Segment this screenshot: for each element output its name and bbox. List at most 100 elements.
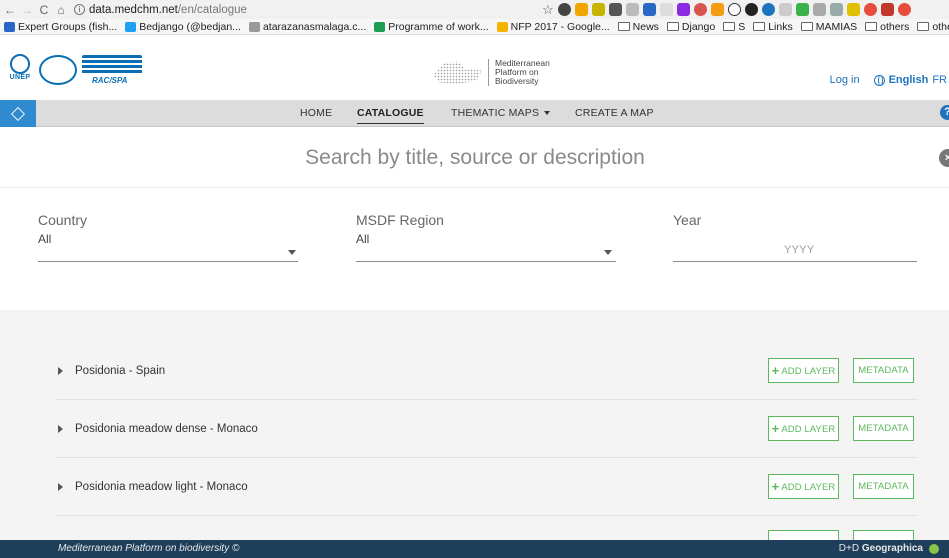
favicon-icon (496, 21, 508, 32)
extension-icon[interactable] (591, 3, 605, 16)
partner-logos[interactable]: UNEP RAC/SPA (6, 54, 142, 86)
extension-icon[interactable] (880, 3, 894, 16)
extension-icon[interactable] (744, 3, 758, 16)
bookmark-label: MAMIAS (815, 20, 858, 33)
extension-icon[interactable] (778, 3, 792, 16)
address-field[interactable]: i data.medchm.net/en/catalogue (74, 4, 536, 16)
platform-brand[interactable]: Mediterranean Platform on Biodiversity (428, 57, 550, 87)
country-filter: Country (38, 212, 87, 228)
bookmark-item[interactable]: News (617, 20, 659, 33)
region-select[interactable]: All (356, 232, 369, 246)
extension-toolbar: ☆ (542, 2, 911, 18)
bookmark-item[interactable]: atarazanasmalaga.c... (248, 21, 366, 33)
footer-credit[interactable]: D+D Geographica (839, 540, 923, 558)
browser-url-bar: ← → C ⌂ i data.medchm.net/en/catalogue ☆ (0, 0, 949, 19)
bookmark-label: S (738, 20, 746, 33)
bookmark-label: NFP 2017 - Google... (510, 20, 610, 33)
nav-catalogue[interactable]: CATALOGUE (357, 100, 424, 127)
metadata-button[interactable]: METADATA (853, 416, 914, 441)
layer-name: Posidonia meadow light - Monaco (75, 480, 248, 493)
geographica-logo-icon (929, 544, 939, 554)
extension-icon[interactable] (846, 3, 860, 16)
bookmark-item[interactable]: other (917, 21, 949, 33)
info-icon[interactable]: i (74, 4, 85, 15)
list-item: Posidonia meadow light - Monaco + ADD LAY… (56, 458, 918, 516)
bookmark-item[interactable]: S (723, 21, 745, 33)
bookmark-item[interactable]: Programme of work... (374, 21, 489, 33)
year-input[interactable]: YYYY (784, 244, 815, 256)
extension-icon[interactable] (676, 3, 690, 16)
rss-icon[interactable] (710, 3, 724, 16)
extension-icon[interactable] (863, 3, 877, 16)
layers-button[interactable] (0, 100, 36, 127)
bookmark-item[interactable]: Expert Groups (fish... (4, 21, 117, 33)
login-link[interactable]: Log in (830, 74, 860, 86)
country-select[interactable]: All (38, 232, 51, 246)
search-input[interactable] (60, 142, 890, 174)
bookmark-item[interactable]: MAMIAS (800, 20, 858, 33)
globe-icon (873, 74, 885, 86)
language-fr[interactable]: FR (932, 74, 947, 86)
bookmark-item[interactable]: NFP 2017 - Google... (496, 20, 610, 33)
extension-icon[interactable] (897, 3, 911, 16)
year-underline (673, 261, 917, 262)
bookmark-item[interactable]: Django (666, 20, 716, 33)
language-english[interactable]: English (889, 74, 929, 86)
back-icon[interactable]: ← (3, 3, 17, 17)
bookmark-item[interactable]: others (865, 21, 909, 33)
bookmark-label: News (632, 20, 659, 33)
search-section: × (0, 127, 949, 188)
home-icon[interactable]: ⌂ (54, 3, 68, 17)
mail-extension-icon[interactable] (625, 3, 639, 16)
dotted-map-logo (433, 61, 482, 84)
nav-home[interactable]: HOME (300, 100, 332, 127)
bookmark-item[interactable]: Bedjango (@bedjan... (125, 21, 241, 33)
country-chevron-down-icon[interactable] (288, 250, 296, 255)
bookmark-item[interactable]: Links (753, 21, 793, 33)
adblock-icon[interactable] (693, 3, 707, 16)
row-expand-toggle[interactable]: Posidonia - Spain (56, 342, 165, 399)
unep-logo: UNEP (6, 54, 34, 86)
list-item: Posidonia - Spain + ADD LAYER METADATA (56, 342, 918, 400)
extension-icon[interactable] (795, 3, 809, 16)
fonts-extension-icon[interactable] (608, 3, 622, 16)
mediterranean-logo (39, 55, 77, 85)
folder-icon (865, 22, 878, 31)
favicon-icon (374, 21, 386, 32)
nav-create-map[interactable]: CREATE A MAP (575, 100, 654, 127)
bookmarks-bar: Expert Groups (fish... Bedjango (@bedjan.… (0, 19, 949, 35)
bookmark-label: Django (681, 20, 716, 33)
extension-icon[interactable] (659, 3, 673, 16)
list-item: Posidonia meadow dense - Monaco + ADD LAY… (56, 400, 918, 458)
layer-name: Posidonia meadow dense - Monaco (75, 422, 258, 435)
metadata-button[interactable]: METADATA (853, 358, 914, 383)
reload-icon[interactable]: C (37, 3, 51, 17)
clear-search-icon[interactable]: × (939, 149, 949, 167)
region-underline (356, 261, 616, 262)
forward-icon[interactable]: → (20, 3, 34, 17)
nav-thematic-maps[interactable]: THEMATIC MAPS (451, 100, 551, 127)
help-icon[interactable]: ? (940, 105, 949, 120)
add-layer-button[interactable]: + ADD LAYER (768, 358, 839, 383)
chevron-down-icon (544, 111, 551, 116)
bookmark-label: Expert Groups (fish... (18, 20, 118, 33)
extension-icon[interactable] (727, 3, 741, 16)
extension-icon[interactable] (829, 3, 843, 16)
bookmark-star-icon[interactable]: ☆ (542, 2, 554, 18)
add-layer-button[interactable]: + ADD LAYER (768, 416, 839, 441)
folder-icon (800, 22, 813, 31)
row-expand-toggle[interactable]: Posidonia meadow dense - Monaco (56, 400, 258, 457)
extension-icon[interactable] (761, 3, 775, 16)
add-layer-button[interactable]: + ADD LAYER (768, 474, 839, 499)
row-expand-toggle[interactable]: Posidonia meadow light - Monaco (56, 458, 248, 515)
header-actions: Log in English FR (830, 74, 947, 86)
main-nav: HOME CATALOGUE THEMATIC MAPS CREATE A MA… (0, 100, 949, 127)
extension-icon[interactable] (642, 3, 656, 16)
favicon-icon (248, 21, 260, 32)
layers-icon (10, 106, 26, 121)
metadata-button[interactable]: METADATA (853, 474, 914, 499)
extension-icon[interactable] (812, 3, 826, 16)
settings-extension-icon[interactable] (557, 3, 571, 16)
json-extension-icon[interactable] (574, 3, 588, 16)
region-chevron-down-icon[interactable] (604, 250, 612, 255)
